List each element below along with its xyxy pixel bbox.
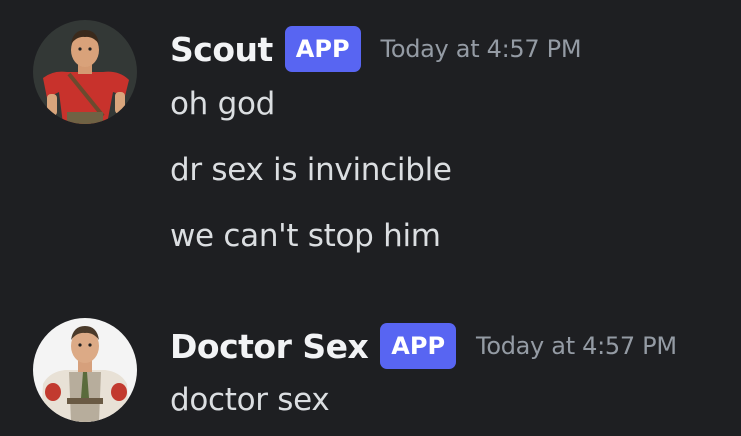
message-text: we can't stop him <box>170 218 441 254</box>
app-badge: APP <box>284 26 361 72</box>
message-text: dr sex is invincible <box>170 152 452 188</box>
username[interactable]: Scout <box>170 30 273 69</box>
message-text: doctor sex <box>170 382 330 418</box>
message-group-scout: Scout APP Today at 4:57 PM oh god dr sex… <box>0 0 741 290</box>
timestamp[interactable]: Today at 4:57 PM <box>476 332 677 360</box>
timestamp[interactable]: Today at 4:57 PM <box>381 35 582 63</box>
message-group-doctor-sex: Doctor Sex APP Today at 4:57 PM doctor s… <box>0 290 741 436</box>
message-text: oh god <box>170 86 275 122</box>
app-badge: APP <box>380 323 457 369</box>
doctor-avatar-image <box>33 318 137 422</box>
avatar[interactable] <box>33 20 137 124</box>
message-header: Doctor Sex APP Today at 4:57 PM <box>170 322 677 370</box>
avatar[interactable] <box>33 318 137 422</box>
scout-avatar-image <box>33 20 137 124</box>
username[interactable]: Doctor Sex <box>170 327 369 366</box>
message-header: Scout APP Today at 4:57 PM <box>170 25 582 73</box>
chat-messages: Scout APP Today at 4:57 PM oh god dr sex… <box>0 0 741 436</box>
